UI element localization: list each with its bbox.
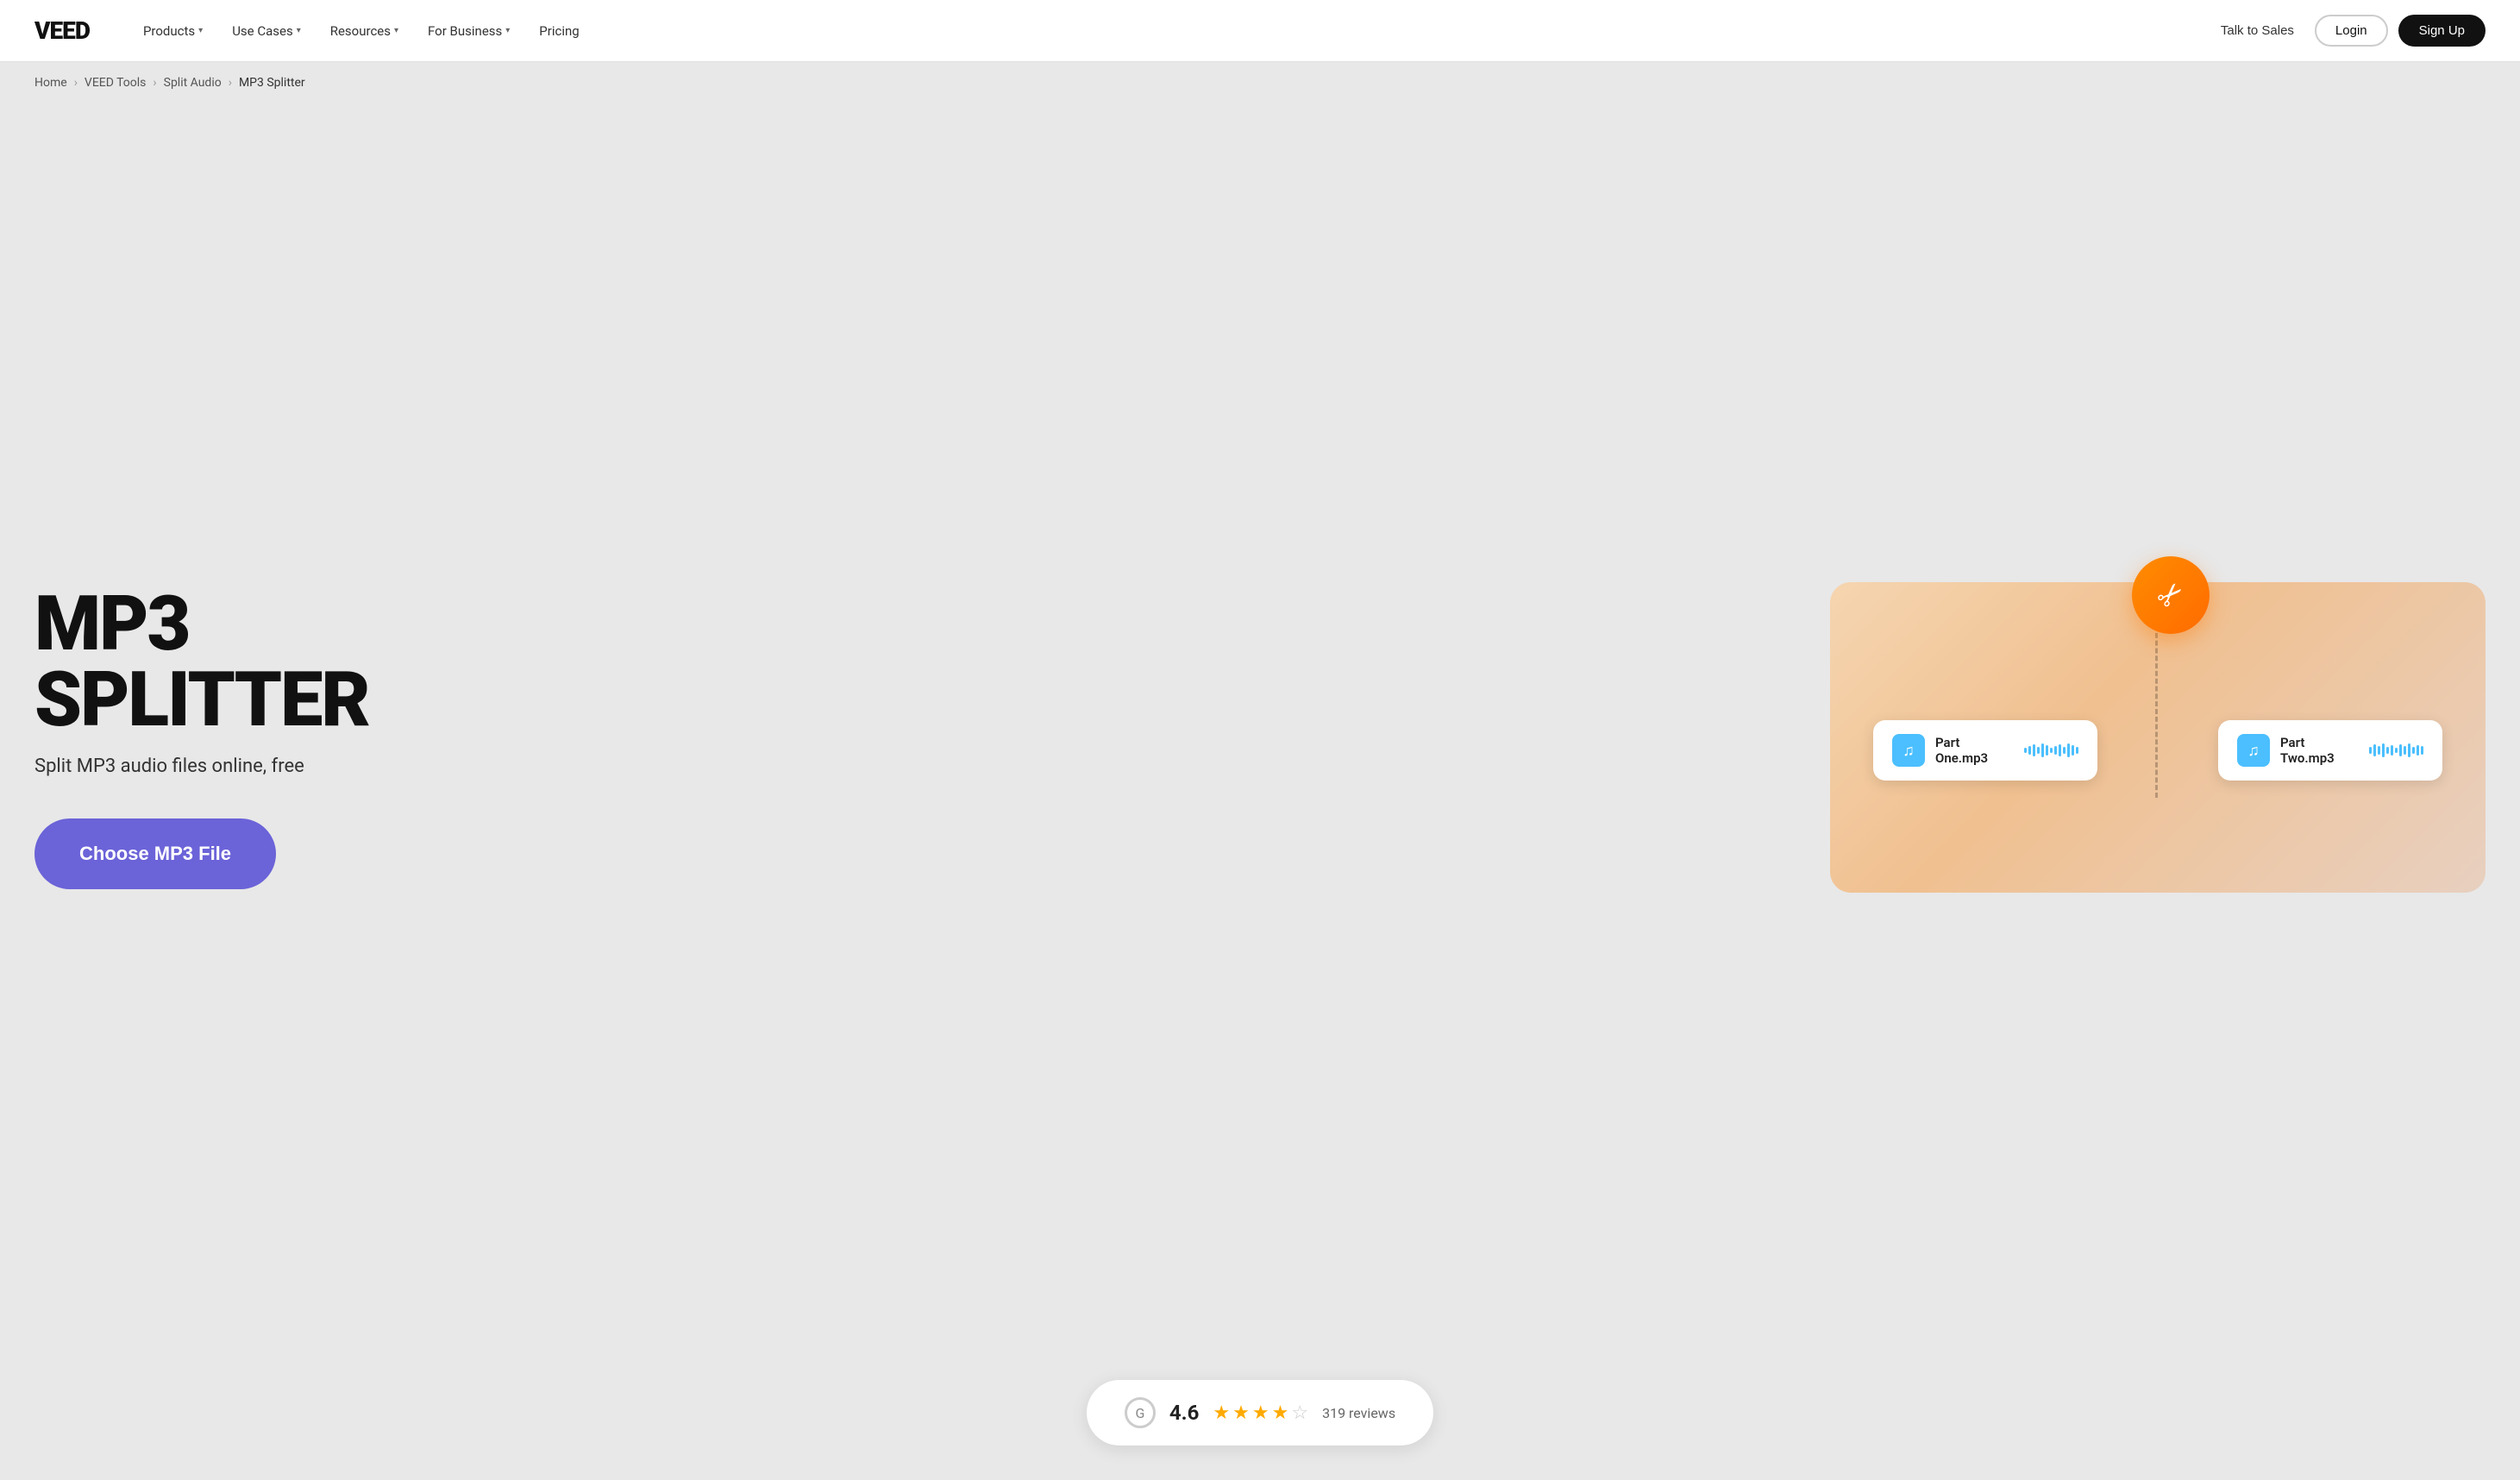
nav-for-business[interactable]: For Business ▾ bbox=[416, 16, 522, 46]
main-content: MP3 SPLITTER Split MP3 audio files onlin… bbox=[0, 103, 2520, 1354]
waveform-left bbox=[2024, 740, 2078, 761]
audio-card-left-label: Part One.mp3 bbox=[1935, 735, 2014, 766]
audio-card-right-label: Part Two.mp3 bbox=[2280, 735, 2359, 766]
nav-use-cases-label: Use Cases bbox=[232, 23, 293, 39]
scissors-circle: ✂ bbox=[2132, 556, 2210, 634]
audio-card-right: ♫ Part Two.mp3 bbox=[2218, 720, 2442, 781]
star-4: ★ bbox=[1272, 1402, 1289, 1424]
review-count: 319 reviews bbox=[1322, 1405, 1395, 1421]
choose-mp3-button[interactable]: Choose MP3 File bbox=[34, 818, 276, 889]
star-3: ★ bbox=[1252, 1402, 1269, 1424]
nav-use-cases[interactable]: Use Cases ▾ bbox=[220, 16, 313, 46]
audio-icon-right: ♫ bbox=[2237, 734, 2270, 767]
dashed-divider bbox=[2155, 625, 2158, 798]
hero-right: ✂ ♫ Part One.mp3 ♫ Part Two.mp3 bbox=[483, 565, 2486, 910]
rating-score: 4.6 bbox=[1169, 1401, 1200, 1425]
nav-pricing-label: Pricing bbox=[539, 23, 579, 39]
star-5: ☆ bbox=[1291, 1402, 1308, 1424]
g-icon: G bbox=[1135, 1405, 1144, 1421]
page-title: MP3 SPLITTER bbox=[34, 586, 483, 738]
navbar: VEED Products ▾ Use Cases ▾ Resources ▾ … bbox=[0, 0, 2520, 62]
chevron-down-icon: ▾ bbox=[297, 26, 301, 35]
breadcrumb-sep-2: › bbox=[153, 76, 156, 90]
star-rating: ★★★★☆ bbox=[1213, 1402, 1308, 1424]
nav-products-label: Products bbox=[143, 23, 195, 39]
breadcrumb-split-audio[interactable]: Split Audio bbox=[164, 76, 222, 90]
nav-pricing[interactable]: Pricing bbox=[527, 16, 591, 46]
chevron-down-icon: ▾ bbox=[198, 26, 203, 35]
hero-left: MP3 SPLITTER Split MP3 audio files onlin… bbox=[34, 586, 483, 889]
star-2: ★ bbox=[1232, 1402, 1250, 1424]
waveform-right bbox=[2369, 740, 2423, 761]
chevron-down-icon: ▾ bbox=[505, 26, 510, 35]
breadcrumb-sep-1: › bbox=[74, 76, 78, 90]
nav-links: Products ▾ Use Cases ▾ Resources ▾ For B… bbox=[131, 16, 2210, 46]
audio-card-left: ♫ Part One.mp3 bbox=[1873, 720, 2097, 781]
talk-to-sales-button[interactable]: Talk to Sales bbox=[2210, 16, 2304, 45]
login-button[interactable]: Login bbox=[2315, 15, 2388, 47]
nav-resources-label: Resources bbox=[330, 23, 391, 39]
breadcrumb-veed-tools[interactable]: VEED Tools bbox=[85, 76, 147, 90]
nav-for-business-label: For Business bbox=[428, 23, 502, 39]
music-icon-right: ♫ bbox=[2247, 742, 2260, 760]
music-icon-left: ♫ bbox=[1903, 742, 1915, 760]
rating-logo: G bbox=[1125, 1397, 1156, 1428]
nav-resources[interactable]: Resources ▾ bbox=[318, 16, 411, 46]
star-1: ★ bbox=[1213, 1402, 1230, 1424]
rating-section: G 4.6 ★★★★☆ 319 reviews bbox=[0, 1354, 2520, 1480]
audio-icon-left: ♫ bbox=[1892, 734, 1925, 767]
rating-card: G 4.6 ★★★★☆ 319 reviews bbox=[1087, 1380, 1433, 1446]
breadcrumb: Home › VEED Tools › Split Audio › MP3 Sp… bbox=[0, 62, 2520, 103]
signup-button[interactable]: Sign Up bbox=[2398, 15, 2486, 47]
breadcrumb-home[interactable]: Home bbox=[34, 76, 67, 90]
hero-subtitle: Split MP3 audio files online, free bbox=[34, 756, 483, 777]
chevron-down-icon: ▾ bbox=[394, 26, 398, 35]
breadcrumb-sep-3: › bbox=[229, 76, 232, 90]
breadcrumb-mp3-splitter: MP3 Splitter bbox=[239, 76, 305, 90]
nav-products[interactable]: Products ▾ bbox=[131, 16, 215, 46]
veed-logo[interactable]: VEED bbox=[34, 16, 90, 45]
nav-actions: Talk to Sales Login Sign Up bbox=[2210, 15, 2486, 47]
scissors-icon: ✂ bbox=[2148, 573, 2192, 617]
illustration: ✂ ♫ Part One.mp3 ♫ Part Two.mp3 bbox=[1830, 582, 2486, 893]
